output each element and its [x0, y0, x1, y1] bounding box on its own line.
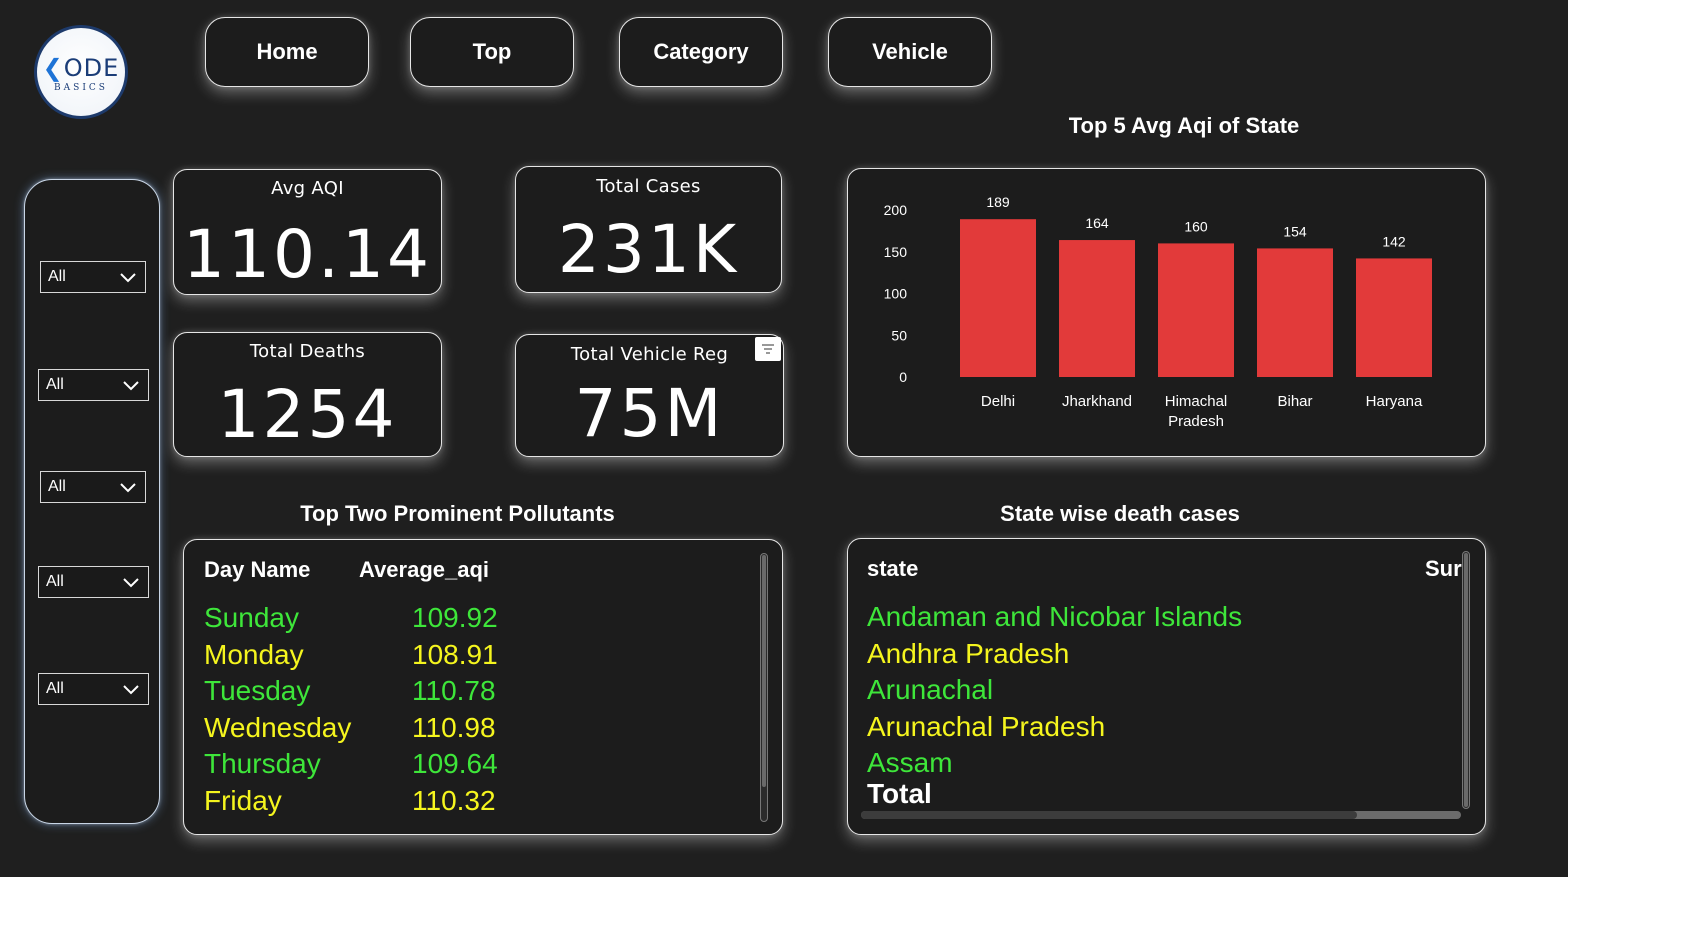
column-header-sum[interactable]: Sur — [1425, 556, 1462, 582]
y-tick-label: 50 — [891, 327, 907, 343]
chevron-down-icon — [123, 381, 139, 391]
vertical-scrollbar[interactable] — [760, 553, 768, 822]
kpi-total-deaths-card: Total Deaths 1254 — [173, 332, 442, 457]
state-cell: Assam — [867, 747, 953, 779]
slicer-value: All — [46, 680, 64, 697]
kpi-value: 75M — [574, 375, 725, 452]
chart-title: Top 5 Avg Aqi of State — [1068, 113, 1300, 138]
scrollbar-thumb[interactable] — [1464, 553, 1468, 807]
chevron-down-icon — [120, 483, 136, 493]
column-header-day-name[interactable]: Day Name — [204, 557, 310, 583]
kpi-title: Total Vehicle Reg — [570, 344, 729, 365]
day-name-cell: Thursday — [204, 748, 321, 780]
kpi-title: Total Deaths — [249, 341, 366, 362]
dashboard-canvas: ❮ODE BASICS Home Top Category Vehicle Al… — [0, 0, 1568, 877]
bar[interactable] — [960, 219, 1036, 377]
data-label: 142 — [1382, 233, 1406, 249]
pollutants-table: Day Name Average_aqi Sunday 109.92 Monday 1… — [183, 539, 783, 835]
scrollbar-thumb[interactable] — [762, 555, 766, 787]
slicer-value: All — [48, 268, 66, 285]
slicer-value: All — [46, 573, 64, 590]
state-cell: Arunachal Pradesh — [867, 710, 1106, 742]
column-header-average-aqi[interactable]: Average_aqi — [359, 557, 489, 583]
bar[interactable] — [1059, 240, 1135, 377]
slicer-dropdown-5[interactable]: All — [38, 673, 149, 705]
day-name-cell: Wednesday — [204, 711, 352, 743]
kpi-title: Avg AQI — [271, 178, 344, 199]
slicer-value: All — [48, 478, 66, 495]
pollutants-table-title: Top Two Prominent Pollutants — [300, 501, 615, 526]
day-name-cell: Tuesday — [204, 675, 311, 707]
y-tick-label: 100 — [884, 286, 908, 302]
x-tick-label: Pradesh — [1168, 413, 1224, 430]
logo-brand-text: ODE — [63, 54, 120, 82]
state-cell: Arunachal — [867, 674, 994, 706]
kpi-title: Total Cases — [596, 176, 701, 197]
kpi-avg-aqi-card: Avg AQI 110.14 — [173, 169, 442, 295]
kpi-value: 110.14 — [183, 216, 432, 293]
data-label: 164 — [1085, 215, 1109, 231]
average-aqi-cell: 109.64 — [412, 748, 498, 780]
slicer-dropdown-1[interactable]: All — [40, 261, 146, 293]
x-tick-label: Haryana — [1366, 393, 1423, 410]
chevron-down-icon — [123, 685, 139, 695]
filter-icon[interactable] — [755, 337, 781, 361]
kpi-total-vehicle-reg-card: Total Vehicle Reg 75M — [515, 334, 784, 457]
x-tick-label: Delhi — [981, 393, 1015, 410]
horizontal-scrollbar[interactable] — [861, 811, 1461, 819]
deaths-table-title: State wise death cases — [1000, 501, 1240, 526]
average-aqi-cell: 110.32 — [412, 785, 496, 816]
chevron-down-icon — [120, 273, 136, 283]
bar[interactable] — [1257, 248, 1333, 377]
slicer-value: All — [46, 376, 64, 393]
day-name-cell: Friday — [204, 785, 282, 816]
top-button[interactable]: Top — [410, 17, 574, 87]
state-cell: Andhra Pradesh — [867, 637, 1070, 669]
y-tick-label: 200 — [884, 202, 908, 218]
data-label: 189 — [986, 194, 1010, 210]
slicer-dropdown-2[interactable]: All — [38, 369, 149, 401]
logo-c-mark: ❮ — [42, 54, 64, 82]
day-name-cell: Sunday — [204, 602, 299, 633]
day-name-cell: Monday — [204, 638, 304, 670]
vehicle-button[interactable]: Vehicle — [828, 17, 992, 87]
category-button[interactable]: Category — [619, 17, 783, 87]
home-button[interactable]: Home — [205, 17, 369, 87]
bar[interactable] — [1356, 258, 1432, 377]
data-label: 154 — [1283, 223, 1307, 239]
average-aqi-cell: 108.91 — [412, 638, 498, 670]
kpi-total-cases-card: Total Cases 231K — [515, 166, 782, 293]
x-tick-label: Jharkhand — [1062, 393, 1132, 410]
y-tick-label: 150 — [884, 244, 908, 260]
average-aqi-cell: 110.78 — [412, 675, 496, 707]
x-tick-label: Bihar — [1277, 393, 1312, 410]
chevron-down-icon — [123, 578, 139, 588]
state-death-cases-table: state Sur Andaman and Nicobar Islands And… — [847, 538, 1486, 835]
codebasics-logo: ❮ODE BASICS — [34, 25, 128, 119]
vertical-scrollbar[interactable] — [1462, 551, 1470, 809]
column-header-state[interactable]: state — [867, 556, 918, 582]
slicer-dropdown-3[interactable]: All — [40, 471, 146, 503]
bar[interactable] — [1158, 243, 1234, 377]
kpi-value: 231K — [557, 211, 740, 288]
average-aqi-cell: 110.98 — [412, 711, 496, 743]
total-row-label: Total — [867, 778, 932, 809]
x-tick-label: Himachal — [1165, 393, 1228, 410]
average-aqi-cell: 109.92 — [412, 602, 498, 633]
slicer-dropdown-4[interactable]: All — [38, 566, 149, 598]
scrollbar-thumb[interactable] — [861, 811, 1357, 819]
data-label: 160 — [1184, 218, 1208, 234]
state-cell: Andaman and Nicobar Islands — [867, 601, 1243, 632]
kpi-value: 1254 — [217, 376, 398, 453]
bar-chart: 0 50 100 150 200 189 Delhi 164 Jharkhand 160 Himac… — [884, 194, 1432, 430]
y-tick-label: 0 — [899, 369, 907, 385]
top-states-aqi-chart-card: 0 50 100 150 200 189 Delhi 164 Jharkhand 160 Himac… — [847, 168, 1486, 457]
logo-sub-text: BASICS — [54, 83, 108, 93]
